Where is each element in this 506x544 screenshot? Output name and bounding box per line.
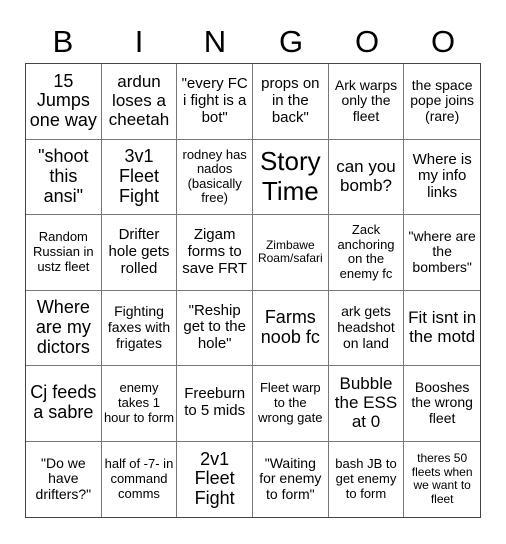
header-letter: G [278, 24, 304, 59]
bingo-cell[interactable]: 15 Jumps one way [26, 64, 102, 140]
bingo-cell[interactable]: the space pope joins (rare) [404, 64, 480, 140]
bingo-cell[interactable]: ark gets headshot on land [328, 290, 405, 366]
bingo-cell[interactable]: "where are the bombers" [404, 215, 480, 291]
bingo-cell[interactable]: can you bomb? [328, 139, 405, 215]
bingo-cell[interactable]: Booshes the wrong fleet [404, 366, 480, 442]
bingo-cell[interactable]: Fighting faxes with frigates [101, 290, 178, 366]
header-letter: O [354, 24, 380, 59]
bingo-cell[interactable]: Story Time [252, 139, 329, 215]
bingo-cell[interactable]: Cj feeds a sabre [26, 366, 102, 442]
bingo-cell[interactable]: "shoot this ansi" [26, 139, 102, 215]
header-letter: B [52, 24, 74, 59]
bingo-cell[interactable]: Fit isnt in the motd [404, 291, 480, 366]
bingo-cell[interactable]: Zimbawe Roam/safari [252, 215, 329, 291]
bingo-cell[interactable]: Farms noob fc [252, 290, 329, 366]
bingo-cell[interactable]: Bubble the ESS at 0 [328, 366, 405, 442]
bingo-cell[interactable]: Freeburn to 5 mids [177, 366, 253, 442]
bingo-cell[interactable]: Zack anchoring on the enemy fc [328, 215, 405, 291]
header-letter: N [203, 24, 227, 59]
bingo-cell[interactable]: rodney has nados (basically free) [177, 139, 253, 215]
bingo-cell[interactable]: ardun loses a cheetah [101, 64, 178, 140]
bingo-cell[interactable]: Where are my dictors [26, 290, 102, 366]
bingo-cell[interactable]: props on in the back" [252, 64, 329, 140]
bingo-card: 15 Jumps one way ardun loses a cheetah "… [25, 63, 481, 518]
bingo-cell[interactable]: Zigam forms to save FRT [177, 215, 253, 291]
bingo-cell[interactable]: Random Russian in ustz fleet [26, 215, 102, 291]
bingo-cell[interactable]: bash JB to get enemy to form [329, 441, 405, 517]
bingo-cell[interactable]: Fleet warp to the wrong gate [252, 366, 329, 442]
bingo-cell[interactable]: enemy takes 1 hour to form [101, 366, 178, 442]
bingo-cell[interactable]: theres 50 fleets when we want to fleet [404, 442, 480, 518]
bingo-cell[interactable]: "Waiting for enemy to form" [253, 441, 329, 517]
bingo-cell[interactable]: "every FC i fight is a bot" [177, 64, 253, 140]
bingo-cell[interactable]: Where is my info links [404, 140, 480, 215]
bingo-cell[interactable]: Drifter hole gets rolled [101, 215, 178, 291]
bingo-cell[interactable]: "Reship get to the hole" [177, 290, 253, 366]
bingo-cell[interactable]: half of -7- in command comms [102, 441, 178, 517]
bingo-cell[interactable]: 2v1 Fleet Fight [177, 441, 253, 517]
header-letter: I [134, 24, 144, 59]
bingo-cell[interactable]: 3v1 Fleet Fight [101, 139, 178, 215]
bingo-header: B I N G O O [25, 22, 481, 62]
bingo-cell[interactable]: "Do we have drifters?" [26, 441, 102, 517]
bingo-cell[interactable]: Ark warps only the fleet [328, 64, 405, 140]
header-letter: O [430, 24, 456, 59]
